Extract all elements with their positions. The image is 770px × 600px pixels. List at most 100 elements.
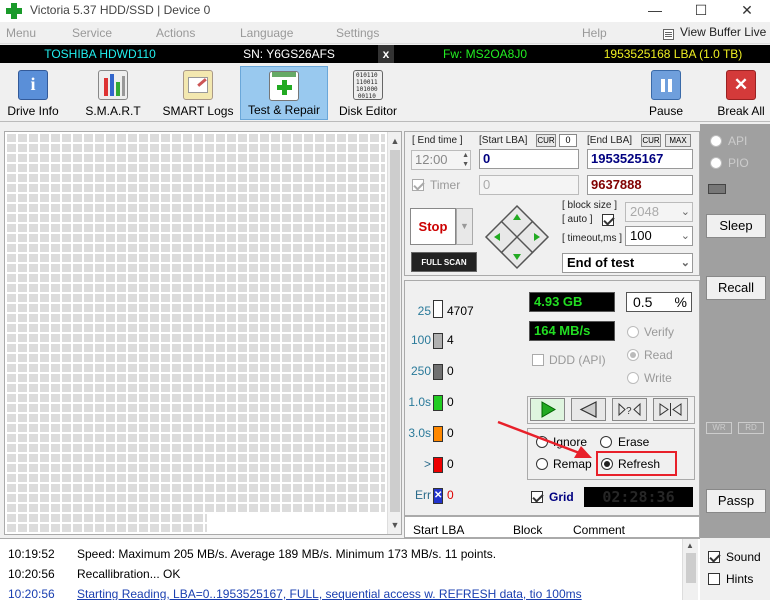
timeout-select[interactable]: 100 ⌄ (625, 226, 693, 246)
maximize-button[interactable]: ☐ (678, 0, 724, 22)
block-size-select[interactable]: 2048 ⌄ (625, 202, 693, 222)
erase-radio[interactable] (600, 436, 612, 448)
start-lba-label: [Start LBA] (479, 135, 528, 146)
legend-count: 0 (447, 364, 454, 378)
defects-table-header: Start LBA Block Comment (404, 516, 700, 538)
pio-radio[interactable] (710, 157, 722, 169)
drive-firmware: Fw: MS2OA8J0 (442, 47, 528, 61)
end-cur-button[interactable]: CUR (641, 134, 661, 147)
drive-lba: 1953525168 LBA (1.0 TB) (603, 47, 743, 61)
legend-color-bar (433, 457, 443, 473)
grid-scroll-thumb[interactable] (390, 150, 400, 512)
menu-item-service[interactable]: Service (72, 26, 112, 40)
full-scan-button[interactable]: FULL SCAN (411, 252, 477, 272)
stop-button[interactable]: Stop (410, 208, 456, 245)
window-title: Victoria 5.37 HDD/SSD | Device 0 (30, 3, 211, 17)
recall-button[interactable]: Recall (706, 276, 766, 300)
menu-item-actions[interactable]: Actions (156, 26, 195, 40)
menu-item-settings[interactable]: Settings (336, 26, 379, 40)
end-lba-label: [End LBA] (587, 135, 633, 146)
scroll-down-icon[interactable]: ▼ (388, 518, 402, 532)
disk-editor-button[interactable]: 010110 110011 101000 00110 Disk Editor (336, 66, 400, 120)
col-block[interactable]: Block (513, 523, 542, 537)
legend-label: 1.0s (408, 395, 431, 409)
break-all-label: Break All (717, 104, 765, 118)
auto-checkbox[interactable] (602, 214, 614, 226)
start-cur-button[interactable]: CUR (536, 134, 556, 147)
direction-pad[interactable] (484, 204, 550, 270)
drive-close-button[interactable]: x (378, 45, 394, 63)
spin-arrows-icon[interactable]: ▲ ▼ (462, 151, 469, 169)
pio-label: PIO (728, 156, 749, 170)
smart-logs-button[interactable]: SMART Logs (160, 66, 236, 120)
read-radio[interactable] (627, 349, 639, 361)
smart-button[interactable]: S.M.A.R.T (80, 66, 146, 120)
scan-blocks (7, 134, 385, 514)
log-options: Sound Hints (700, 538, 770, 600)
menu-item-menu[interactable]: Menu (6, 26, 36, 40)
ddd-api-checkbox[interactable] (532, 354, 544, 366)
random-seek-button[interactable]: ? (612, 398, 647, 421)
minimize-button[interactable]: — (632, 0, 678, 22)
test-repair-label: Test & Repair (247, 103, 321, 117)
end-time-field[interactable]: 12:00 ▲ ▼ (411, 150, 471, 170)
sleep-button[interactable]: Sleep (706, 214, 766, 238)
menu-item-help[interactable]: Help (582, 26, 607, 40)
drive-model: TOSHIBA HDWD110 (44, 47, 156, 61)
led-indicator (708, 184, 726, 194)
scroll-up-icon[interactable]: ▲ (686, 541, 694, 550)
timer-input[interactable]: 0 (479, 175, 579, 195)
legend-color-bar (433, 300, 443, 318)
passp-button[interactable]: Passp (706, 489, 766, 513)
binary-digits: 010110 110011 101000 00110 (356, 72, 378, 100)
pause-button[interactable]: Pause (644, 66, 688, 120)
api-radio[interactable] (710, 135, 722, 147)
close-button[interactable]: ✕ (724, 0, 770, 22)
grid-scrollbar[interactable]: ▲ ▼ (387, 132, 401, 534)
sound-checkbox[interactable] (708, 551, 720, 563)
hints-checkbox[interactable] (708, 573, 720, 585)
drive-info-button[interactable]: i Drive Info (2, 66, 64, 120)
scroll-up-icon[interactable]: ▲ (388, 134, 402, 148)
menu-item-language[interactable]: Language (240, 26, 293, 40)
start-cur-value: 0 (559, 134, 577, 147)
event-log: 10:19:52 Speed: Maximum 205 MB/s. Average… (0, 538, 700, 600)
tab-test-repair[interactable]: Test & Repair (240, 66, 328, 120)
verify-radio[interactable] (627, 326, 639, 338)
rd-indicator: RD (738, 422, 764, 434)
col-comment[interactable]: Comment (573, 523, 625, 537)
butterfly-button[interactable] (653, 398, 688, 421)
log-scrollbar[interactable]: ▲ (682, 539, 698, 600)
annotation-arrow-icon (497, 420, 592, 458)
legend-count: 4 (447, 333, 454, 347)
log-scroll-thumb[interactable] (686, 553, 696, 583)
pause-label: Pause (648, 104, 684, 118)
legend-label: 3.0s (408, 426, 431, 440)
stop-dropdown-icon[interactable]: ▼ (456, 208, 473, 245)
legend-row: 1.0s 0 (407, 391, 525, 413)
chevron-down-icon: ⌄ (680, 206, 690, 218)
log-text: Speed: Maximum 205 MB/s. Average 189 MB/… (77, 547, 497, 561)
end-of-test-select[interactable]: End of test ⌄ (562, 253, 693, 273)
end-max-button[interactable]: MAX (665, 134, 691, 147)
break-all-button[interactable]: ✕ Break All (714, 66, 768, 120)
read-label: Read (644, 348, 673, 362)
random-seek-icon: ? (618, 402, 641, 417)
view-buffer-icon (663, 29, 674, 40)
timer-checkbox[interactable] (412, 179, 424, 191)
refresh-radio[interactable] (601, 458, 613, 470)
end-lba-input[interactable]: 1953525167 (587, 149, 693, 169)
grid-timer: 02:28:36 (584, 487, 693, 507)
grid-checkbox[interactable] (531, 491, 543, 503)
verify-label: Verify (644, 325, 675, 339)
legend-label: 25 (417, 304, 431, 318)
log-folder-icon (183, 70, 213, 100)
write-radio[interactable] (627, 372, 639, 384)
legend-row: 25 4707 (407, 298, 525, 320)
col-start-lba[interactable]: Start LBA (413, 523, 464, 537)
start-lba-input[interactable]: 0 (479, 149, 579, 169)
chevron-down-icon: ⌄ (680, 230, 690, 242)
legend-label: 250 (410, 364, 431, 378)
legend-count: 0 (447, 426, 454, 440)
view-buffer-live-button[interactable]: View Buffer Live (680, 25, 766, 39)
